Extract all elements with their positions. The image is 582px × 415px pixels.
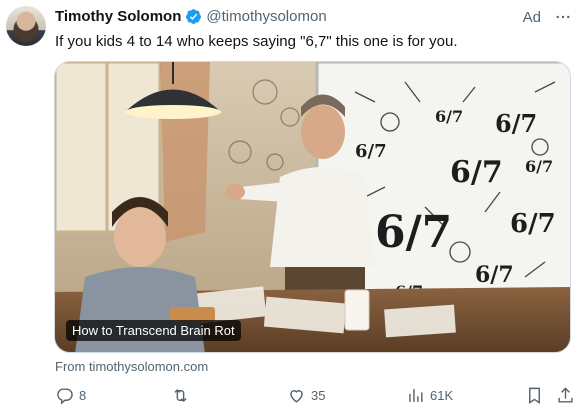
views-button[interactable]: 61K (406, 386, 453, 405)
reply-button[interactable]: 8 (55, 386, 86, 405)
svg-text:6/7: 6/7 (510, 209, 556, 239)
author-name[interactable]: Timothy Solomon (55, 8, 181, 25)
board-scribble: 6/7 (375, 207, 452, 258)
card-image: 6/7 6/7 6/7 6/7 6/7 6/7 6/7 6/7 6/7 6/7 (55, 62, 570, 352)
repost-button[interactable] (171, 386, 195, 405)
svg-text:6/7: 6/7 (355, 141, 387, 162)
ad-label: Ad (522, 8, 541, 26)
svg-text:6/7: 6/7 (435, 107, 463, 126)
reply-count: 8 (79, 388, 87, 403)
views-count: 61K (430, 388, 454, 403)
share-button[interactable] (556, 386, 575, 405)
author-handle[interactable]: @timothysolomon (206, 8, 326, 25)
svg-text:6/7: 6/7 (495, 109, 537, 138)
like-count: 35 (311, 388, 326, 403)
like-icon (290, 390, 303, 403)
avatar[interactable] (6, 6, 46, 46)
bookmark-icon (529, 387, 540, 404)
tweet-text: If you kids 4 to 14 who keeps saying "6,… (55, 33, 458, 50)
media-card[interactable]: 6/7 6/7 6/7 6/7 6/7 6/7 6/7 6/7 6/7 6/7 (54, 61, 571, 353)
svg-text:6/7: 6/7 (475, 262, 514, 288)
card-title: How to Transcend Brain Rot (66, 320, 241, 341)
like-button[interactable]: 35 (287, 386, 325, 405)
share-icon (558, 387, 573, 403)
ad-area: Ad (523, 8, 572, 26)
repost-icon (174, 388, 187, 403)
tweet-header: Timothy Solomon @timothysolomon (55, 8, 327, 25)
views-icon (409, 389, 423, 402)
svg-text:6/7: 6/7 (525, 157, 553, 176)
bookmark-button[interactable] (525, 386, 544, 405)
more-icon[interactable] (554, 8, 572, 26)
svg-text:6/7: 6/7 (450, 155, 503, 190)
action-bar: 8 35 61K (55, 386, 575, 408)
verified-badge-icon (186, 9, 202, 24)
reply-icon (57, 388, 73, 405)
card-source[interactable]: From timothysolomon.com (55, 359, 208, 374)
